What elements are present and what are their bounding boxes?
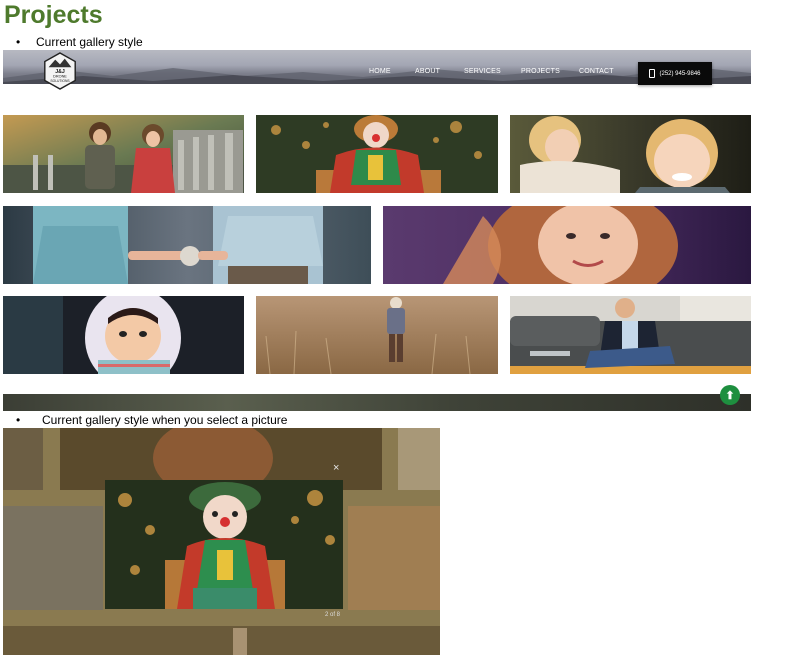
phone-icon (649, 69, 656, 78)
phone-button[interactable]: (252) 945-9846 (638, 62, 712, 85)
nav-contact[interactable]: CONTACT (579, 68, 614, 75)
photo-smiling-girl[interactable] (383, 206, 751, 284)
nav-about[interactable]: ABOUT (415, 68, 440, 75)
logo-text-3: SOLUTIONS (50, 79, 70, 83)
image-counter: 2 of 8 (325, 612, 341, 618)
gallery-footer-strip (3, 394, 751, 411)
bullet-dot: • (16, 413, 21, 427)
nav-services[interactable]: SERVICES (464, 68, 501, 75)
photo-holding-hands[interactable] (3, 206, 371, 284)
photo-two-toddlers[interactable] (510, 115, 751, 193)
photo-man-with-laptop[interactable] (510, 296, 751, 374)
nav-projects[interactable]: PROJECTS (521, 68, 560, 75)
close-icon[interactable]: × (333, 462, 339, 474)
bullet-text: Current gallery style when you select a … (42, 413, 288, 427)
bullet-dot: • (16, 35, 21, 49)
photo-kids-by-fence[interactable] (3, 115, 244, 193)
arrow-up-icon: ⬆ (725, 389, 735, 402)
phone-number: (252) 945-9846 (659, 70, 701, 77)
lightbox-image (105, 480, 343, 609)
page-title: Projects (4, 1, 103, 29)
nav-home[interactable]: HOME (369, 68, 391, 75)
photo-clown-doll[interactable] (256, 115, 498, 193)
scroll-to-top-button[interactable]: ⬆ (720, 385, 740, 405)
photo-child-in-field[interactable] (256, 296, 498, 374)
company-logo[interactable]: J&J DRONE SOLUTIONS (43, 52, 77, 90)
photo-hooded-child[interactable] (3, 296, 244, 374)
bullet-text: Current gallery style (36, 35, 143, 49)
